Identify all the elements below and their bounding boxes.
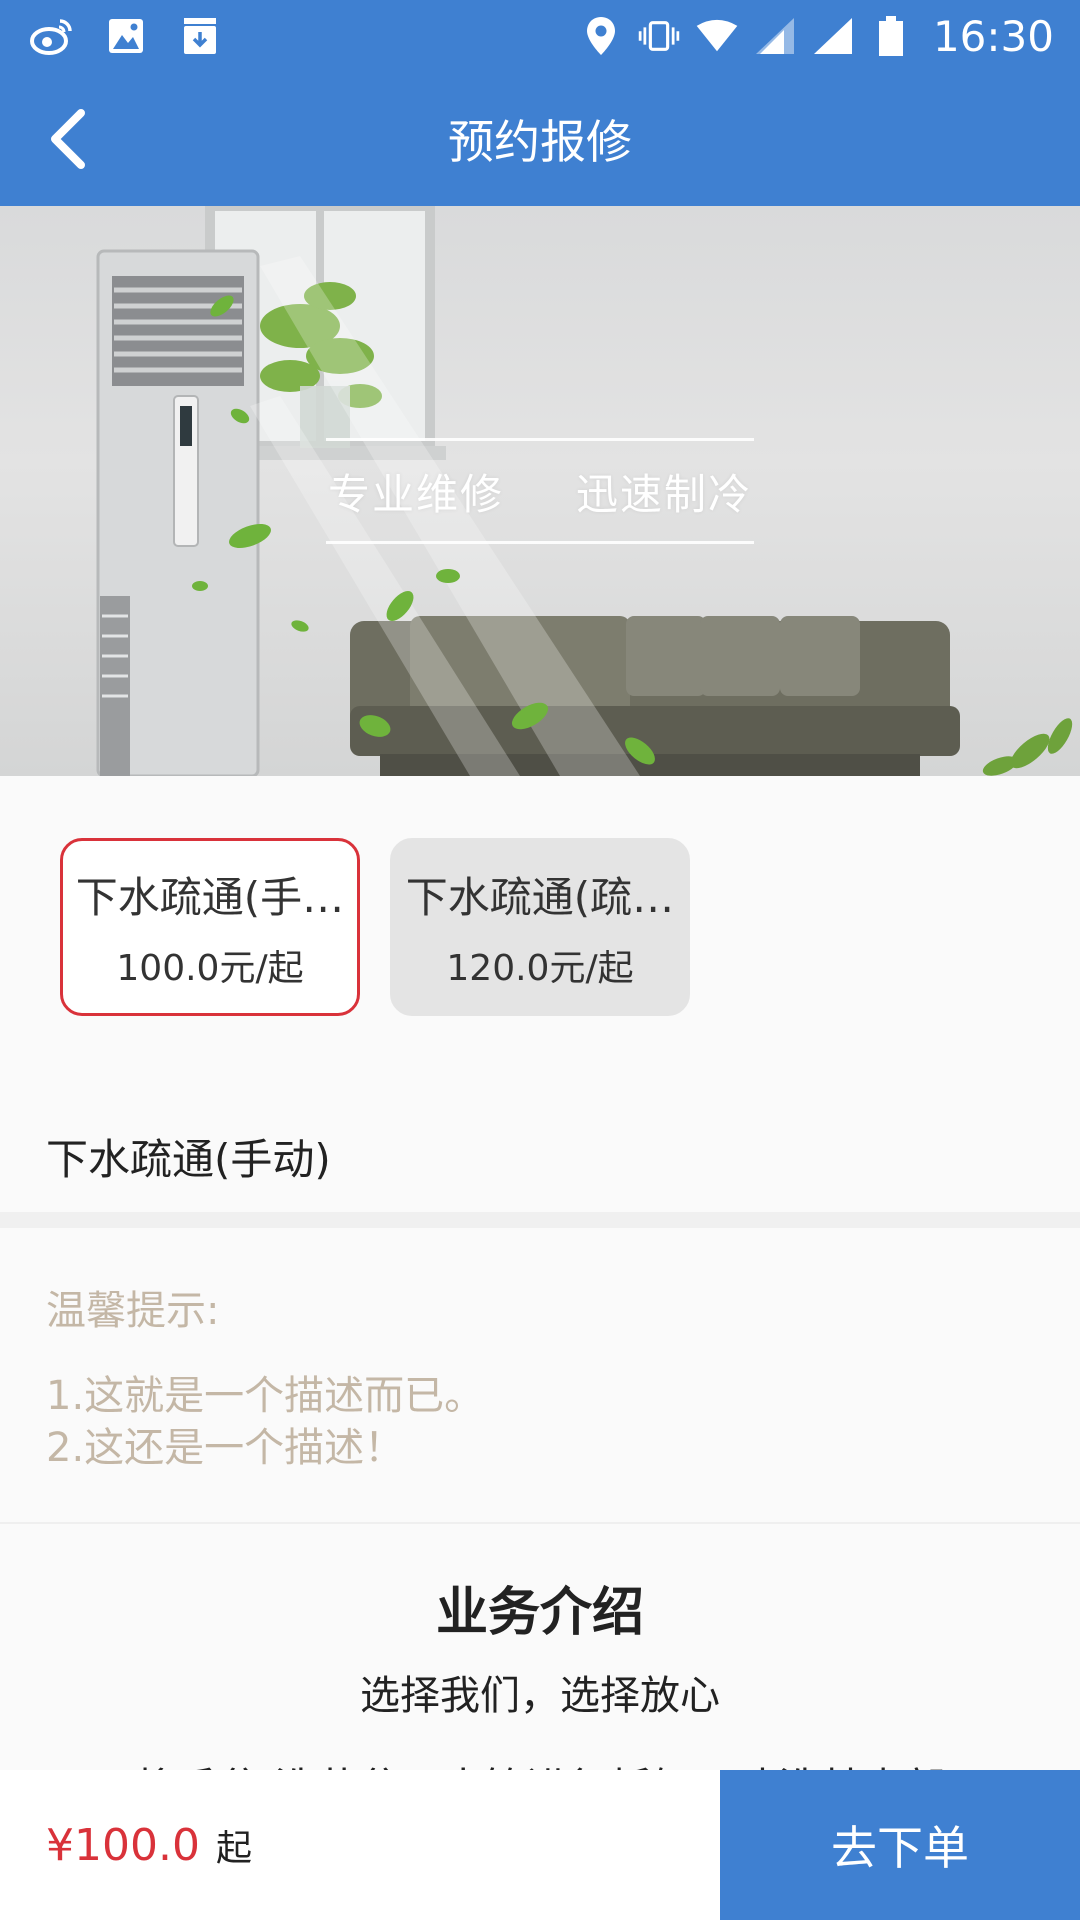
tip-line: 2.这还是一个描述！ — [46, 1425, 405, 1471]
divider — [0, 1522, 1080, 1524]
signal-icon — [811, 14, 855, 58]
tip-line: 1.这就是一个描述而已。 — [46, 1373, 485, 1419]
option-name: 下水疏通(疏… — [405, 872, 675, 922]
service-option-manual[interactable]: 下水疏通(手… 100.0元/起 — [60, 838, 360, 1016]
slogan-left: 专业维修 — [328, 469, 505, 519]
image-icon — [104, 14, 148, 58]
status-time: 16:30 — [932, 11, 1054, 61]
selected-service-name: 下水疏通(手动) — [46, 1135, 331, 1184]
battery-icon — [869, 14, 913, 58]
location-icon — [579, 14, 623, 58]
option-name: 下水疏通(手… — [75, 872, 345, 922]
tips-title: 温馨提示: — [46, 1288, 220, 1334]
download-icon — [178, 14, 222, 58]
intro-subtitle: 选择我们，选择放心 — [360, 1673, 720, 1719]
option-price: 100.0元/起 — [116, 947, 304, 989]
status-bar: 16:30 — [0, 0, 1080, 72]
slogan-right: 迅速制冷 — [575, 469, 752, 519]
price-summary: ¥100.0 起 — [0, 1770, 720, 1920]
page-title: 预约报修 — [448, 115, 632, 169]
app-bar: 预约报修 — [0, 72, 1080, 206]
total-price: ¥100.0 — [46, 1819, 200, 1871]
service-options: 下水疏通(手… 100.0元/起 下水疏通(疏… 120.0元/起 — [60, 838, 690, 1016]
intro-title: 业务介绍 — [435, 1583, 644, 1643]
signal-icon — [753, 14, 797, 58]
banner-image: 专业维修 迅速制冷 — [0, 206, 1080, 776]
divider — [0, 1212, 1080, 1228]
weibo-icon — [30, 14, 74, 58]
banner-slogan: 专业维修 迅速制冷 — [326, 438, 754, 544]
option-price: 120.0元/起 — [446, 947, 634, 989]
vibrate-icon — [637, 14, 681, 58]
bottom-bar: ¥100.0 起 去下单 — [0, 1770, 1080, 1920]
price-suffix: 起 — [215, 1828, 252, 1869]
place-order-button[interactable]: 去下单 — [720, 1770, 1080, 1920]
tips-section: 温馨提示: 1.这就是一个描述而已。 2.这还是一个描述！ — [46, 1278, 484, 1474]
wifi-icon — [695, 14, 739, 58]
screen: 16:30 预约报修 专业维修 迅速制冷 下水疏通(手… 100.0元/起 下水… — [0, 0, 1080, 1920]
service-option-dredge[interactable]: 下水疏通(疏… 120.0元/起 — [390, 838, 690, 1016]
